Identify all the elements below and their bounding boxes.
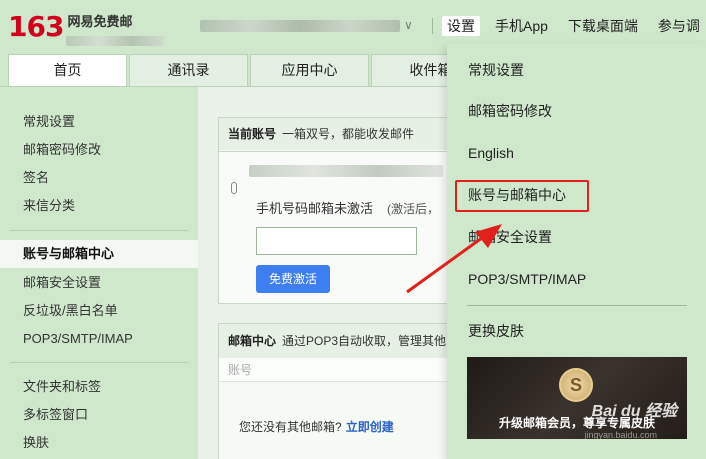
top-nav: 设置 手机App 下载桌面端 参与调 [432, 16, 706, 36]
mailbox-center-panel: 邮箱中心 通过POP3自动收取，管理其他 账号 您还没有其他邮箱? 立即创建 [218, 323, 458, 459]
panel-title: 邮箱中心 [228, 334, 277, 348]
nav-survey[interactable]: 参与调 [658, 16, 700, 36]
create-now-link[interactable]: 立即创建 [346, 420, 394, 434]
empty-state-text: 您还没有其他邮箱? [239, 420, 342, 434]
tab-bar: 首页 通讯录 应用中心 收件箱 [8, 54, 492, 86]
skin-banner-text: 升级邮箱会员，尊享专属皮肤 [498, 416, 655, 430]
empty-state: 您还没有其他邮箱? 立即创建 [239, 418, 394, 435]
menu-divider [467, 305, 687, 306]
activate-button[interactable]: 免费激活 [256, 265, 330, 293]
sidebar-divider [10, 230, 188, 231]
sidebar-item-security[interactable]: 邮箱安全设置 [0, 269, 198, 297]
vip-coin-icon: S [559, 368, 593, 402]
panel-header: 当前账号 一箱双号，都能收发邮件 [219, 118, 457, 150]
sidebar-item-password[interactable]: 邮箱密码修改 [0, 136, 198, 164]
sidebar-item-spam-filter[interactable]: 反垃圾/黑白名单 [0, 297, 198, 325]
blurred-account-address [249, 165, 443, 177]
activation-note: (激活后， [387, 202, 440, 216]
sidebar-item-multi-tab[interactable]: 多标签窗口 [0, 401, 198, 429]
nav-divider [432, 18, 433, 34]
account-box: 手机号码邮箱未激活 (激活后， 免费激活 [219, 151, 449, 304]
panel-header: 邮箱中心 通过POP3自动收取，管理其他 [219, 324, 457, 358]
menu-item-general[interactable]: 常规设置 [468, 60, 524, 80]
current-account-panel: 当前账号 一箱双号，都能收发邮件 手机号码邮箱未激活 (激活后， 免费激活 [218, 117, 458, 304]
menu-item-security[interactable]: 邮箱安全设置 [468, 227, 552, 247]
menu-item-pop3[interactable]: POP3/SMTP/IMAP [468, 269, 586, 289]
logo-number: 163 [8, 10, 64, 43]
sidebar-item-general[interactable]: 常规设置 [0, 108, 198, 136]
tab-home[interactable]: 首页 [8, 54, 127, 86]
menu-item-english[interactable]: English [468, 143, 514, 163]
activation-status-text: 手机号码邮箱未激活 [256, 201, 374, 216]
sidebar-divider [10, 362, 188, 363]
sidebar-item-signature[interactable]: 签名 [0, 164, 198, 192]
highlight-box [455, 180, 589, 212]
settings-dropdown: 常规设置 邮箱密码修改 English 账号与邮箱中心 邮箱安全设置 POP3/… [447, 43, 706, 459]
nav-download-desktop[interactable]: 下载桌面端 [568, 16, 638, 36]
sidebar-item-folders-tags[interactable]: 文件夹和标签 [0, 373, 198, 401]
sidebar-item-mail-filter[interactable]: 来信分类 [0, 192, 198, 220]
sidebar-item-pop3[interactable]: POP3/SMTP/IMAP [0, 325, 198, 353]
skin-banner[interactable]: S Bai du 经验 升级邮箱会员，尊享专属皮肤 jingyan.baidu.… [467, 357, 687, 439]
phone-input[interactable] [256, 227, 417, 255]
activation-status: 手机号码邮箱未激活 (激活后， [256, 198, 439, 217]
link-icon [231, 182, 237, 194]
menu-item-change-skin[interactable]: 更换皮肤 [468, 321, 524, 341]
blurred-account-switcher[interactable] [200, 20, 400, 32]
tab-contacts[interactable]: 通讯录 [129, 54, 248, 86]
panel-title: 当前账号 [228, 127, 277, 141]
sidebar-item-account-center[interactable]: 账号与邮箱中心 [0, 240, 198, 268]
settings-sidebar: 常规设置 邮箱密码修改 签名 来信分类 账号与邮箱中心 邮箱安全设置 反垃圾/黑… [0, 87, 198, 459]
menu-item-password[interactable]: 邮箱密码修改 [468, 101, 552, 121]
blurred-account-address [66, 36, 164, 46]
nav-settings[interactable]: 设置 [442, 16, 480, 36]
column-header-account: 账号 [219, 358, 457, 382]
logo-text: 网易免费邮 [67, 14, 133, 29]
nav-mobile-app[interactable]: 手机App [495, 16, 548, 36]
tab-app-center[interactable]: 应用中心 [250, 54, 369, 86]
chevron-down-icon[interactable]: ∨ [404, 18, 413, 32]
panel-subtitle: 一箱双号，都能收发邮件 [282, 127, 415, 141]
sidebar-item-skin[interactable]: 换肤 [0, 429, 198, 457]
watermark-url: jingyan.baidu.com [584, 430, 657, 439]
panel-subtitle: 通过POP3自动收取，管理其他 [282, 334, 447, 348]
